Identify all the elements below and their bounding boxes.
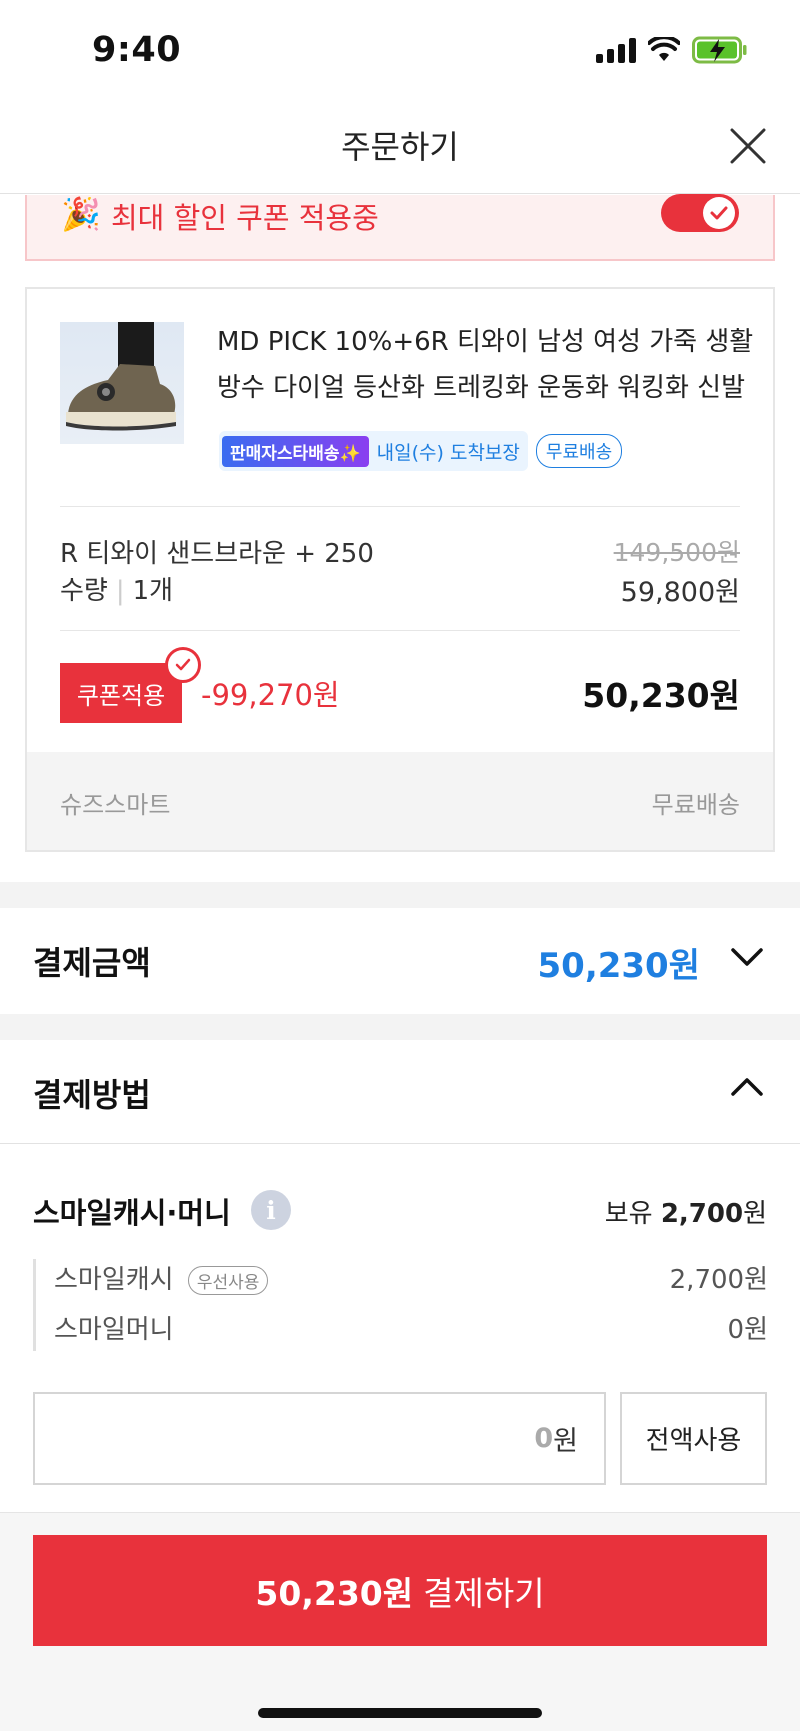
arrival-guarantee: 내일(수) 도착보장 [376,441,520,464]
cellular-signal-icon [596,37,636,63]
payment-amount-section[interactable]: 결제금액 50,230원 [0,908,800,1014]
quantity-value: 1개 [132,576,174,606]
coupon-toggle[interactable] [661,194,739,232]
coupon-check-icon [165,647,201,683]
product-card: MD PICK 10%+6R 티와이 남성 여성 가죽 생활 방수 다이얼 등산… [25,287,775,852]
original-price: 149,500원 [613,538,740,567]
section-gap [0,1014,800,1040]
product-quantity: 수량 | 1개 [60,576,174,606]
divider [60,630,740,631]
star-delivery-badge: 판매자스타배송✨ 내일(수) 도착보장 [219,431,528,471]
holding-balance: 보유 2,700원 [605,1193,767,1230]
chevron-down-icon[interactable] [730,946,764,968]
star-delivery-tag: 판매자스타배송✨ [222,435,369,467]
close-icon[interactable] [726,124,770,168]
discount-amount: -99,270원 [201,678,340,712]
coupon-banner-text: 최대 할인 쿠폰 적용중 [111,201,379,235]
status-time: 9:40 [92,30,182,70]
smile-cash-row: 스마일캐시 우선사용 2,700원 [54,1259,768,1296]
home-indicator [258,1708,542,1718]
pay-button-amount: 50,230원 [255,1573,414,1613]
page-title: 주문하기 [341,128,459,166]
wifi-icon [648,37,680,61]
product-name[interactable]: MD PICK 10%+6R 티와이 남성 여성 가죽 생활 방수 다이얼 등산… [217,319,757,411]
party-popper-icon: 🎉 [61,195,101,233]
holding-label: 보유 [604,1199,653,1229]
payment-amount-label: 결제금액 [33,944,151,982]
free-shipping-badge: 무료배송 [535,434,623,468]
pay-button[interactable]: 50,230원 결제하기 [33,1535,767,1646]
battery-charging-icon [692,36,747,64]
smile-cash-label: 스마일캐시 [54,1265,174,1295]
smile-cash-value: 2,700원 [669,1265,768,1295]
chevron-up-icon[interactable] [730,1076,764,1098]
section-gap [0,882,800,908]
holding-unit: 원 [743,1199,767,1229]
quantity-label: 수량 [60,576,108,606]
smile-money-row: 스마일머니 0원 [54,1309,768,1346]
info-icon[interactable]: i [251,1190,291,1230]
seller-name[interactable]: 슈즈스마트 [60,785,170,820]
payment-amount-value: 50,230원 [537,946,700,986]
coupon-banner: 🎉 최대 할인 쿠폰 적용중 [25,194,775,261]
smile-money-value: 0원 [727,1315,768,1345]
payment-method-section[interactable]: 결제방법 [0,1040,800,1144]
product-option: R 티와이 샌드브라운 + 250 [60,539,374,569]
card-footer: 슈즈스마트 무료배송 [27,752,773,850]
amount-input-value: 0 [534,1423,554,1454]
status-icons [596,36,748,64]
smile-balance-breakdown: 스마일캐시 우선사용 2,700원 스마일머니 0원 [33,1259,768,1351]
coupon-apply-button[interactable]: 쿠폰적용 [60,663,182,723]
product-thumbnail[interactable] [60,322,184,444]
status-bar: 9:40 [0,0,800,100]
pay-button-label: 결제하기 [423,1573,545,1613]
amount-input-unit: 원 [553,1426,578,1457]
shipping-info: 무료배송 [651,791,740,819]
bottom-bar: 50,230원 결제하기 [0,1512,800,1731]
toggle-check-icon [703,197,735,229]
header: 주문하기 [0,100,800,194]
sale-price: 59,800원 [620,577,740,608]
divider [60,506,740,507]
smile-money-label: 스마일머니 [54,1315,174,1345]
smile-amount-input[interactable]: 0원 [33,1392,606,1485]
smile-cash-title: 스마일캐시·머니 [33,1196,231,1230]
payment-method-label: 결제방법 [33,1076,151,1114]
holding-value: 2,700 [660,1199,744,1229]
use-all-button[interactable]: 전액사용 [620,1392,767,1485]
delivery-badges: 판매자스타배송✨ 내일(수) 도착보장 무료배송 [219,431,623,471]
priority-use-badge: 우선사용 [187,1266,269,1295]
final-price: 50,230원 [582,676,740,715]
